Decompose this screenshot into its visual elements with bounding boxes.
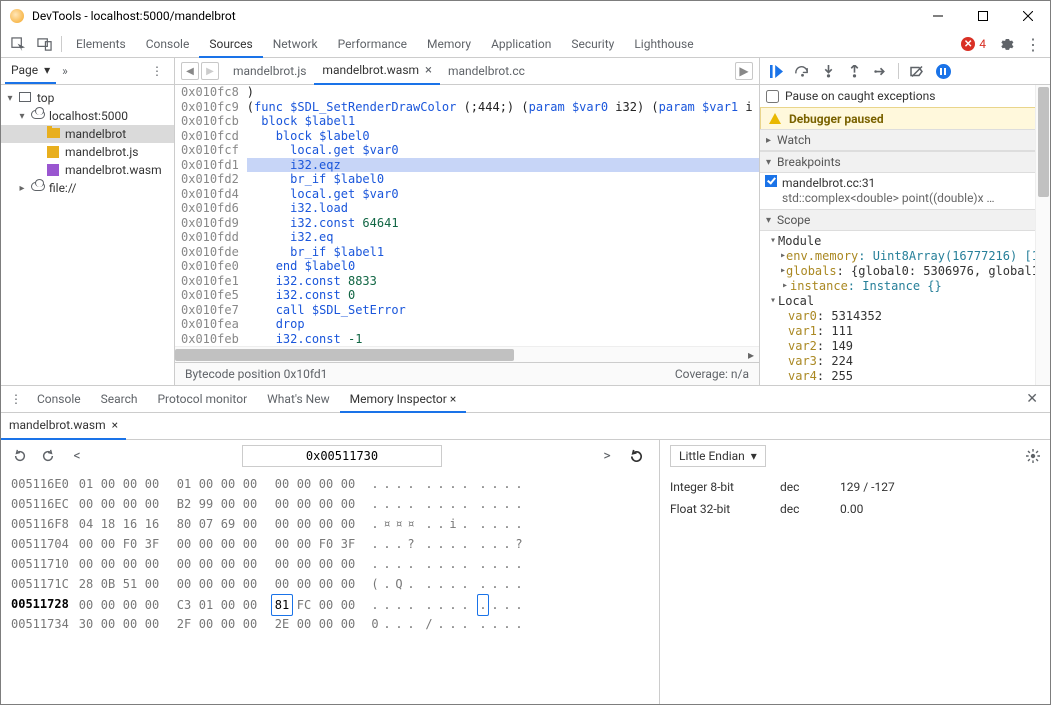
nav-history-fwd-icon[interactable]: ▶	[201, 62, 219, 80]
window-title: DevTools - localhost:5000/mandelbrot	[32, 9, 915, 23]
window-titlebar: DevTools - localhost:5000/mandelbrot	[1, 1, 1050, 31]
main-tab-console[interactable]: Console	[136, 31, 200, 58]
tree-frame-top[interactable]: ▾top	[1, 89, 174, 107]
hex-grid[interactable]: 005116E0010000000100000000000000........…	[1, 472, 655, 642]
breakpoint-checkbox[interactable]	[765, 175, 777, 187]
debugger-sidebar: Pause on caught exceptions Debugger paus…	[760, 58, 1050, 385]
drawer-tab[interactable]: Protocol monitor	[147, 386, 257, 413]
memory-value-row: Float 32-bitdec0.00	[670, 498, 1040, 520]
scope-property[interactable]: ▸globals: {global0: 5306976, global1: 65…	[780, 263, 1050, 278]
scope-section-header[interactable]: ▾Scope	[760, 209, 1050, 231]
editor-horizontal-scrollbar[interactable]: ◂ ▸	[175, 346, 759, 362]
memory-hex-pane: < > 005116E0010000000100000000000000....…	[1, 440, 660, 704]
debugger-paused-banner: Debugger paused	[760, 107, 1050, 130]
endianness-select[interactable]: Little Endian▾	[670, 445, 766, 467]
tree-origin-file[interactable]: ▸file://	[1, 179, 174, 197]
file-tab[interactable]: mandelbrot.wasm×	[314, 58, 440, 85]
inspect-element-icon[interactable]	[5, 31, 31, 57]
tree-item-mandelbrot-wasm[interactable]: mandelbrot.wasm	[1, 161, 174, 179]
navigator-mode-dropdown[interactable]: Page▾	[5, 58, 56, 84]
statusbar-coverage: Coverage: n/a	[675, 367, 749, 381]
address-prev-button[interactable]: <	[67, 448, 87, 464]
main-tab-memory[interactable]: Memory	[417, 31, 481, 58]
pause-on-caught-checkbox-row[interactable]: Pause on caught exceptions	[760, 85, 1050, 108]
window-maximize-button[interactable]	[960, 1, 1005, 31]
watch-section-header[interactable]: ▸Watch	[760, 129, 1050, 151]
main-tab-security[interactable]: Security	[561, 31, 624, 58]
debugger-vertical-scrollbar[interactable]	[1035, 85, 1050, 385]
step-into-button[interactable]	[818, 61, 838, 81]
address-next-button[interactable]: >	[597, 448, 617, 464]
scope-local-var[interactable]: var1: 111	[788, 323, 1050, 338]
drawer-toggle-icon[interactable]: ⋮	[5, 392, 27, 406]
sources-editor-pane: ◀ ▶ mandelbrot.jsmandelbrot.wasm×mandelb…	[175, 58, 760, 385]
scope-local-var[interactable]: var4: 255	[788, 368, 1050, 383]
deactivate-breakpoints-button[interactable]	[907, 61, 927, 81]
drawer-tab[interactable]: Console	[27, 386, 91, 413]
window-close-button[interactable]	[1005, 1, 1050, 31]
refresh-memory-icon[interactable]	[627, 447, 645, 465]
file-tree: ▾top ▾localhost:5000 mandelbrot mandelbr…	[1, 85, 174, 201]
scope-module-header[interactable]: ▾Module	[768, 233, 1050, 248]
navigator-overflow-icon[interactable]: »	[62, 64, 68, 78]
main-tab-elements[interactable]: Elements	[66, 31, 136, 58]
step-out-button[interactable]	[844, 61, 864, 81]
main-tabstrip: ElementsConsoleSourcesNetworkPerformance…	[1, 31, 1050, 58]
main-tab-application[interactable]: Application	[481, 31, 561, 58]
drawer-tab[interactable]: What's New	[257, 386, 339, 413]
error-count[interactable]: ✕4	[961, 37, 986, 51]
run-snippet-icon[interactable]: ▶	[735, 62, 753, 80]
statusbar-position: Bytecode position 0x10fd1	[185, 367, 327, 381]
close-icon[interactable]: ×	[450, 392, 456, 406]
file-tab[interactable]: mandelbrot.js	[225, 58, 314, 85]
pause-on-exceptions-button[interactable]	[933, 61, 953, 81]
memory-value-row: Integer 8-bitdec129 / -127	[670, 476, 1040, 498]
nav-history-back-icon[interactable]: ◀	[181, 62, 199, 80]
history-back-icon[interactable]	[11, 447, 29, 465]
file-tab[interactable]: mandelbrot.cc	[440, 58, 533, 85]
tree-origin[interactable]: ▾localhost:5000	[1, 107, 174, 125]
step-over-button[interactable]	[792, 61, 812, 81]
tree-item-mandelbrot[interactable]: mandelbrot	[1, 125, 174, 143]
memory-inspector-file-tab[interactable]: mandelbrot.wasm×	[1, 413, 126, 440]
close-icon[interactable]: ×	[112, 418, 118, 432]
resume-button[interactable]	[766, 61, 786, 81]
main-tab-sources[interactable]: Sources	[199, 31, 262, 58]
step-button[interactable]	[870, 61, 890, 81]
history-forward-icon[interactable]	[39, 447, 57, 465]
scope-local-header[interactable]: ▾Local	[768, 293, 1050, 308]
window-minimize-button[interactable]	[915, 1, 960, 31]
drawer: ⋮ ConsoleSearchProtocol monitorWhat's Ne…	[1, 386, 1050, 704]
scope-local-var[interactable]: var2: 149	[788, 338, 1050, 353]
settings-gear-icon[interactable]	[994, 31, 1020, 57]
device-toolbar-icon[interactable]	[31, 31, 57, 57]
drawer-tab[interactable]: Memory Inspector ×	[340, 386, 467, 413]
memory-address-input[interactable]	[242, 445, 442, 467]
pause-on-caught-checkbox[interactable]	[766, 90, 779, 103]
main-tab-lighthouse[interactable]: Lighthouse	[624, 31, 703, 58]
memory-values-pane: Little Endian▾ Integer 8-bitdec129 / -12…	[660, 440, 1050, 704]
breakpoints-section-header[interactable]: ▾Breakpoints	[760, 151, 1050, 173]
tree-item-mandelbrot-js[interactable]: mandelbrot.js	[1, 143, 174, 161]
scope-local-var[interactable]: var3: 224	[788, 353, 1050, 368]
close-icon[interactable]: ×	[425, 63, 432, 78]
memory-settings-icon[interactable]	[1026, 449, 1040, 463]
breakpoint-item[interactable]: mandelbrot.cc:31 std::complex<double> po…	[760, 173, 1050, 209]
warning-icon	[769, 113, 781, 124]
drawer-close-button[interactable]: ✕	[1018, 391, 1046, 407]
editor-statusbar: Bytecode position 0x10fd1 Coverage: n/a	[175, 362, 759, 385]
navigator-more-icon[interactable]: ⋮	[145, 64, 170, 78]
navigator-pane: Page▾ » ⋮ ▾top ▾localhost:5000 mandelbro…	[1, 58, 175, 385]
code-editor[interactable]: 0x010fc80x010fc90x010fcb0x010fcd0x010fcf…	[175, 85, 759, 346]
devtools-app-icon	[10, 9, 24, 23]
scope-property[interactable]: ▸env.memory: Uint8Array(16777216) [101, …	[780, 248, 1050, 263]
main-tab-network[interactable]: Network	[263, 31, 328, 58]
drawer-tab[interactable]: Search	[91, 386, 148, 413]
more-menu-icon[interactable]: ⋮	[1020, 31, 1046, 57]
scope-local-var[interactable]: var0: 5314352	[788, 308, 1050, 323]
scope-property[interactable]: ▸instance: Instance {}	[780, 278, 1050, 293]
main-tab-performance[interactable]: Performance	[328, 31, 417, 58]
